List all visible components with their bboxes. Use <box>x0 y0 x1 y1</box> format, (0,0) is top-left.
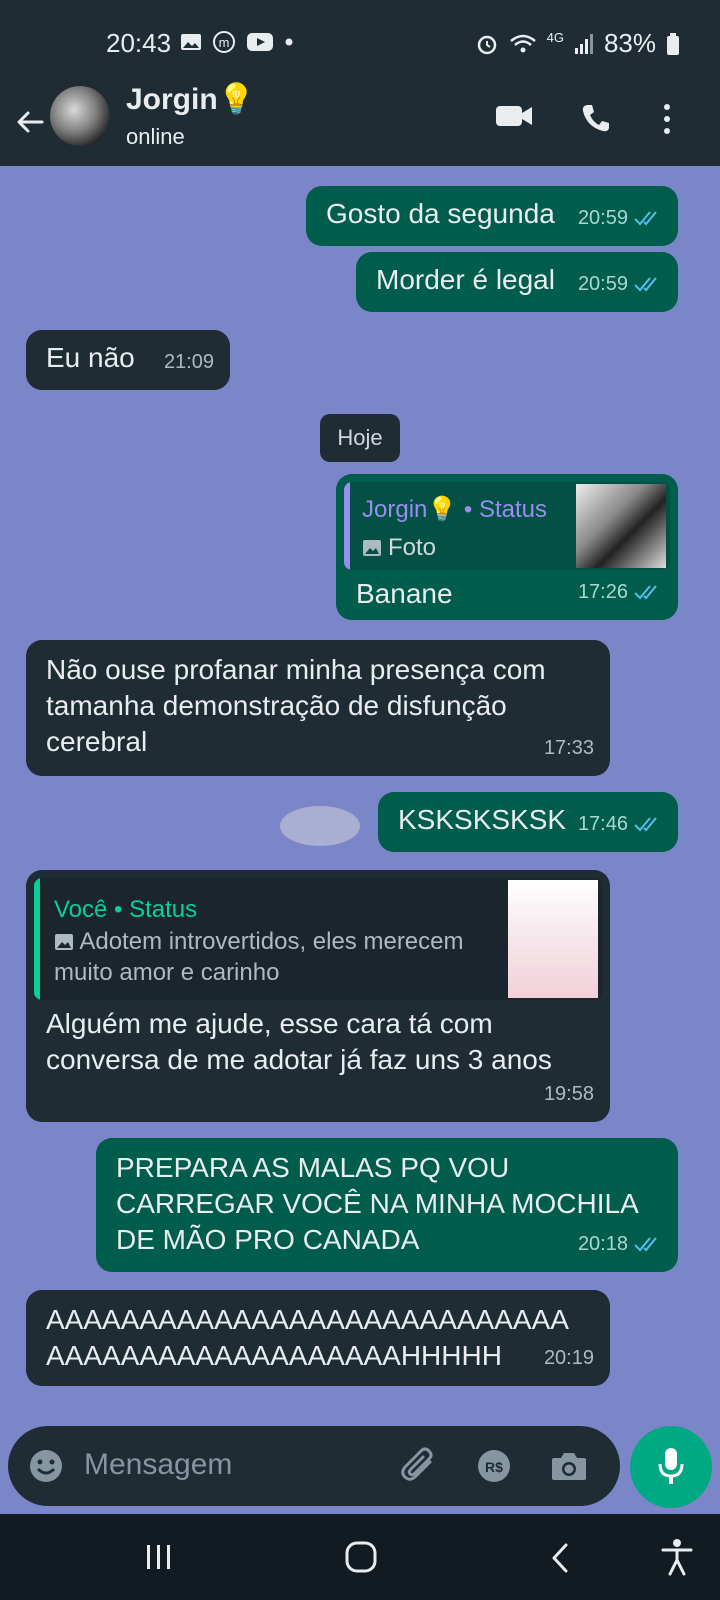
quote-type: Foto <box>388 534 437 561</box>
message-composer[interactable]: Mensagem R$ <box>8 1426 620 1506</box>
message-time: 17:26 <box>577 581 628 603</box>
message-meta: 17:46 <box>578 806 662 842</box>
battery-text: 83% <box>603 28 656 58</box>
message-bubble-in[interactable]: Eu não 21:09 <box>26 330 230 390</box>
quote-snippet-row: Adotem introvertidos, eles merecem muito… <box>54 926 494 988</box>
quote-author: Você • Status <box>54 896 198 923</box>
read-ticks-icon <box>634 211 657 226</box>
quote-author: Jorgin💡 • Status <box>362 496 548 523</box>
svg-text:R$: R$ <box>485 1459 503 1475</box>
alarm-icon <box>477 35 496 54</box>
notification-dot-icon <box>285 38 293 46</box>
message-meta: 17:33 <box>544 730 594 766</box>
message-text: Banane <box>356 578 453 609</box>
message-bubble-out[interactable]: Gosto da segunda 20:59 <box>306 186 678 246</box>
message-time: 20:59 <box>577 273 628 295</box>
status-right: 4G 83% <box>475 28 680 59</box>
date-separator: Hoje <box>320 414 400 462</box>
video-call-icon[interactable] <box>494 102 534 130</box>
message-text: Morder é legal <box>376 264 555 295</box>
message-input[interactable]: Mensagem <box>84 1448 232 1482</box>
emoji-icon[interactable] <box>28 1448 64 1484</box>
message-time: 20:59 <box>577 207 628 229</box>
quoted-status[interactable]: Jorgin💡 • Status Foto <box>344 482 670 570</box>
message-text: AAAAAAAAAAAAAAAAAAAAAAAAAAAAAAAAAAAAAAAA… <box>46 1304 569 1371</box>
message-meta: 20:59 <box>578 200 662 236</box>
system-navigation-bar <box>0 1514 720 1600</box>
quote-bar <box>34 878 40 1000</box>
message-text: KSKSKSKSK <box>398 804 567 835</box>
status-time: 20:43 <box>106 28 172 58</box>
chat-area[interactable]: Gosto da segunda 20:59 Morder é legal 20… <box>0 166 720 1426</box>
camera-icon[interactable] <box>550 1450 588 1482</box>
message-time: 20:18 <box>577 1233 628 1255</box>
quoted-status[interactable]: Você • Status Adotem introvertidos, eles… <box>34 878 602 1000</box>
quote-bar <box>344 482 350 570</box>
message-time: 19:58 <box>543 1083 594 1105</box>
signal-icon <box>574 33 593 54</box>
photo-icon <box>55 934 73 950</box>
m-app-icon: m <box>213 31 235 53</box>
more-options-icon[interactable] <box>660 102 674 136</box>
message-text: Eu não <box>46 342 135 373</box>
message-meta: 20:18 <box>578 1226 662 1262</box>
status-bar: 20:43 m 4G 83% <box>0 0 720 88</box>
read-ticks-icon <box>634 817 657 832</box>
gallery-icon <box>181 34 201 50</box>
network-type: 4G <box>546 30 564 45</box>
message-bubble-in[interactable]: Não ouse profanar minha presença com tam… <box>26 640 610 776</box>
read-ticks-icon <box>634 585 657 600</box>
svg-text:m: m <box>219 35 230 50</box>
payment-icon[interactable]: R$ <box>476 1448 512 1484</box>
message-time: 17:33 <box>543 737 594 759</box>
status-left-icons: m <box>180 30 294 54</box>
message-text: Gosto da segunda <box>326 198 555 229</box>
accessibility-icon[interactable] <box>660 1538 694 1576</box>
message-meta: 20:19 <box>544 1340 594 1376</box>
quote-snippet: Foto <box>362 530 436 566</box>
message-meta: 19:58 <box>544 1076 594 1112</box>
microphone-icon <box>658 1448 684 1484</box>
message-bubble-out[interactable]: PREPARA AS MALAS PQ VOU CARREGAR VOCÊ NA… <box>96 1138 678 1272</box>
quote-snippet: Adotem introvertidos, eles merecem muito… <box>54 928 464 986</box>
message-meta: 20:59 <box>578 266 662 302</box>
read-ticks-icon <box>634 1237 657 1252</box>
message-text: Não ouse profanar minha presença com tam… <box>46 654 546 757</box>
phone-icon[interactable] <box>580 102 612 134</box>
avatar[interactable] <box>50 86 110 146</box>
message-bubble-in[interactable]: AAAAAAAAAAAAAAAAAAAAAAAAAAAAAAAAAAAAAAAA… <box>26 1290 610 1386</box>
contact-presence: online <box>126 124 185 149</box>
read-ticks-icon <box>634 277 657 292</box>
wifi-icon <box>509 34 536 52</box>
message-bubble-out[interactable]: Morder é legal 20:59 <box>356 252 678 312</box>
status-thumbnail <box>576 484 666 568</box>
status-thumbnail <box>508 880 598 998</box>
chat-header: Jorgin💡 online <box>0 83 720 166</box>
message-meta: 21:09 <box>164 344 214 380</box>
back-nav-icon[interactable] <box>548 1542 572 1574</box>
message-bubble-out-reply[interactable]: Jorgin💡 • Status Foto Banane 17:26 <box>336 474 678 620</box>
photo-icon <box>363 540 381 556</box>
battery-icon <box>667 32 679 55</box>
youtube-icon <box>247 33 273 51</box>
message-time: 20:19 <box>543 1347 594 1369</box>
home-icon[interactable] <box>344 1540 378 1574</box>
message-time: 21:09 <box>163 351 214 373</box>
contact-name[interactable]: Jorgin💡 <box>126 82 255 117</box>
recent-apps-icon[interactable] <box>144 1542 174 1572</box>
back-arrow-icon[interactable] <box>14 106 46 138</box>
message-bubble-out[interactable]: KSKSKSKSK 17:46 <box>378 792 678 852</box>
voice-message-button[interactable] <box>630 1426 712 1508</box>
message-time: 17:46 <box>577 813 628 835</box>
message-text: Alguém me ajude, esse cara tá com conver… <box>46 1008 552 1075</box>
attach-icon[interactable] <box>400 1446 438 1486</box>
message-bubble-in-reply[interactable]: Você • Status Adotem introvertidos, eles… <box>26 870 610 1122</box>
message-meta: 17:26 <box>578 574 662 610</box>
